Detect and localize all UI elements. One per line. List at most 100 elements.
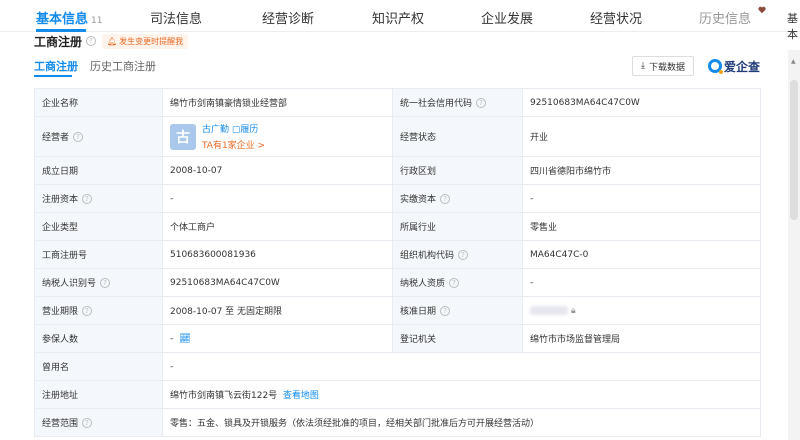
trend-chart-icon[interactable]: 📈︎ [179, 334, 190, 344]
label-paid-capital-text: 实缴资本 [400, 195, 437, 205]
change-alert-label: 发生变更时提醒我 [119, 36, 184, 46]
value-paid-capital: - [522, 184, 761, 213]
help-icon[interactable]: ? [82, 193, 93, 204]
label-company-type: 企业类型 [34, 212, 163, 241]
heart-icon [758, 6, 766, 14]
label-company-name: 企业名称 [34, 88, 163, 117]
table-row: 企业类型 个体工商户 所属行业 零售业 [34, 212, 761, 241]
label-registration-number: 工商注册号 [34, 240, 163, 269]
scrollbar-thumb[interactable] [790, 80, 798, 220]
help-icon[interactable]: ? [449, 277, 460, 288]
operator-card: 古 古广勤 ▢履历 TA有1家企业 > [170, 122, 385, 151]
label-operator: 经营者? [34, 116, 163, 157]
tab-operation-diagnosis[interactable]: 经营诊断 [262, 8, 314, 27]
operator-name-line: 古广勤 ▢履历 [202, 122, 265, 135]
tab-basic-info-count: 11 [91, 16, 103, 26]
label-taxpayer-id: 纳税人识别号? [34, 268, 163, 297]
value-taxpayer-qualification: - [522, 268, 761, 297]
address-text: 绵竹市剑南镇飞云街122号 [170, 391, 278, 401]
value-approval-date: 🔒︎ [522, 296, 761, 325]
section-title: 工商注册 [34, 34, 83, 49]
value-founded-date: 2008-10-07 [162, 156, 393, 185]
label-paid-capital: 实缴资本? [392, 184, 523, 213]
label-business-term: 营业期限? [34, 296, 163, 325]
subtab-indicator [34, 75, 72, 77]
insured-count-text: - [170, 333, 174, 344]
scroll-up-arrow-icon[interactable]: ▲ [791, 58, 796, 65]
view-map-link[interactable]: 查看地图 [283, 391, 319, 401]
operator-name-link[interactable]: 古广勤 [202, 125, 229, 135]
subtab-history-registration[interactable]: 历史工商注册 [90, 58, 156, 74]
subtab-registration[interactable]: 工商注册 [34, 58, 78, 74]
label-credit-code-text: 统一社会信用代码 [400, 99, 473, 109]
value-registered-capital: - [162, 184, 393, 213]
value-company-name: 绵竹市剑南镇豪情锁业经营部 [162, 88, 393, 117]
avatar: 古 [170, 123, 196, 150]
value-taxpayer-id: 92510683MA64C47C0W [162, 268, 393, 297]
value-company-type: 个体工商户 [162, 212, 393, 241]
label-approval-date: 核准日期? [392, 296, 523, 325]
help-icon[interactable]: ? [440, 305, 451, 316]
section-header: 工商注册 ? 🔔︎ 发生变更时提醒我 [34, 32, 189, 50]
label-region: 行政区划 [392, 156, 523, 185]
logo-text: 爱企查 [724, 59, 761, 74]
help-icon[interactable]: ? [82, 305, 93, 316]
label-registered-address: 注册地址 [34, 380, 163, 409]
label-former-name: 曾用名 [34, 352, 163, 381]
label-business-scope-text: 经营范围 [42, 419, 79, 429]
value-operator: 古 古广勤 ▢履历 TA有1家企业 > [162, 116, 393, 157]
blurred-date [530, 305, 568, 315]
tab-judicial-info[interactable]: 司法信息 [150, 8, 202, 27]
resume-link[interactable]: ▢履历 [232, 125, 259, 135]
edge-tab-text[interactable]: 基本 [787, 10, 800, 42]
table-row: 成立日期 2008-10-07 行政区划 四川省德阳市绵竹市 [34, 156, 761, 185]
tab-operation-status[interactable]: 经营状况 [590, 8, 642, 27]
tab-history-info[interactable]: 历史信息 [699, 8, 751, 27]
value-insured-count: - 📈︎ [162, 324, 393, 353]
table-row: 纳税人识别号? 92510683MA64C47C0W 纳税人资质? - [34, 268, 761, 297]
help-icon[interactable]: ? [100, 277, 111, 288]
resume-label: 履历 [240, 125, 259, 135]
tab-basic-info[interactable]: 基本信息 11 [36, 8, 102, 27]
label-business-scope: 经营范围? [34, 408, 163, 437]
value-registration-authority: 绵竹市市场监督管理局 [522, 324, 761, 353]
value-industry: 零售业 [522, 212, 761, 241]
value-org-code: MA64C47C-0 [522, 240, 761, 269]
label-registered-capital: 注册资本? [34, 184, 163, 213]
download-data-label: 下载数据 [648, 62, 685, 73]
table-row: 营业期限? 2008-10-07 至 无固定期限 核准日期? 🔒︎ [34, 296, 761, 325]
help-icon[interactable]: ? [440, 193, 451, 204]
table-row: 工商注册号 510683600081936 组织机构代码? MA64C47C-0 [34, 240, 761, 269]
table-row: 企业名称 绵竹市剑南镇豪情锁业经营部 统一社会信用代码? 92510683MA6… [34, 88, 761, 117]
value-former-name: - [162, 352, 761, 381]
table-row: 曾用名 - [34, 352, 761, 381]
label-taxpayer-id-text: 纳税人识别号 [42, 279, 97, 289]
tab-basic-info-label: 基本信息 [36, 12, 89, 27]
label-status: 经营状态 [392, 116, 523, 157]
download-icon: ⤓ [641, 61, 645, 71]
label-operator-text: 经营者 [42, 133, 70, 143]
help-icon[interactable]: ? [86, 36, 97, 46]
value-region: 四川省德阳市绵竹市 [522, 156, 761, 185]
download-data-button[interactable]: ⤓ 下载数据 [632, 56, 694, 76]
value-business-term: 2008-10-07 至 无固定期限 [162, 296, 393, 325]
top-nav: 基本信息 11 司法信息 经营诊断 知识产权 企业发展 经营状况 历史信息 基本 [0, 0, 800, 41]
help-icon[interactable]: ? [458, 249, 469, 260]
label-taxpayer-qualification: 纳税人资质? [392, 268, 523, 297]
label-registration-authority: 登记机关 [392, 324, 523, 353]
tab-company-development[interactable]: 企业发展 [481, 8, 533, 27]
help-icon[interactable]: ? [82, 417, 93, 428]
label-founded-date: 成立日期 [34, 156, 163, 185]
bell-icon: 🔔︎ [107, 36, 118, 46]
tab-intellectual-property[interactable]: 知识产权 [372, 8, 424, 27]
value-business-scope: 零售：五金、锁具及开锁服务（依法须经批准的项目，经相关部门批准后方可开展经营活动… [162, 408, 761, 437]
value-registration-number: 510683600081936 [162, 240, 393, 269]
help-icon[interactable]: ? [73, 131, 84, 142]
change-alert-button[interactable]: 🔔︎ 发生变更时提醒我 [102, 33, 189, 49]
label-registered-capital-text: 注册资本 [42, 195, 79, 205]
aiqicha-logo[interactable]: 爱企查 [708, 56, 760, 76]
label-taxpayer-qualification-text: 纳税人资质 [400, 279, 446, 289]
operator-companies-link[interactable]: TA有1家企业 > [202, 138, 265, 151]
help-icon[interactable]: ? [476, 97, 487, 108]
registration-table: 企业名称 绵竹市剑南镇豪情锁业经营部 统一社会信用代码? 92510683MA6… [34, 88, 761, 437]
